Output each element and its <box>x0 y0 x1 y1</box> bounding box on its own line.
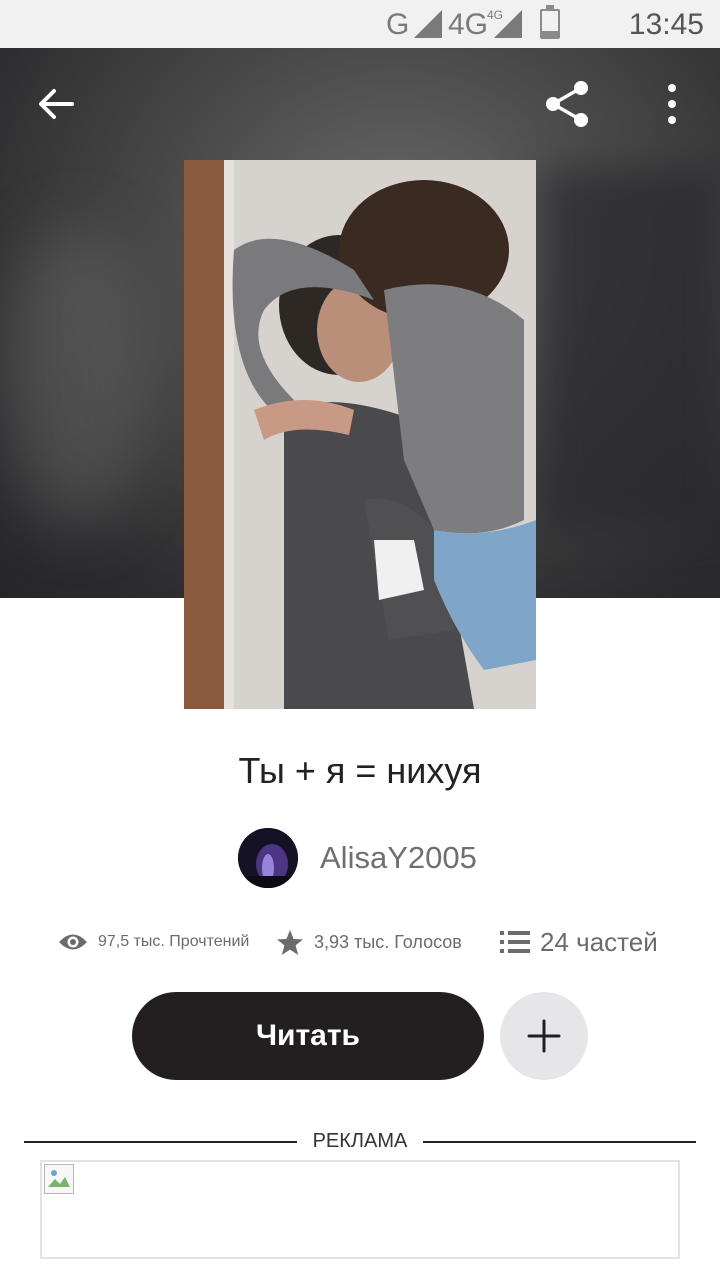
signal-icon <box>414 10 442 38</box>
broken-image-icon <box>44 1164 74 1194</box>
read-button-label: Читать <box>255 1019 361 1052</box>
back-button[interactable] <box>28 76 84 132</box>
cover-illustration <box>184 160 536 709</box>
status-bar: G 4G 4G 13:45 <box>0 0 720 48</box>
share-button[interactable] <box>540 76 596 132</box>
ad-banner[interactable] <box>40 1160 680 1259</box>
read-button[interactable]: Читать <box>132 992 484 1080</box>
arrow-left-icon <box>39 89 74 119</box>
reads-count: 97,5 тыс. Прочтений <box>98 933 250 950</box>
battery-icon <box>540 5 560 39</box>
hero-blur <box>540 168 720 528</box>
share-icon <box>546 81 588 127</box>
add-to-library-button[interactable] <box>500 992 588 1080</box>
avatar-image <box>238 828 298 888</box>
battery-level <box>542 30 558 37</box>
star-icon <box>276 929 304 956</box>
more-options-button[interactable] <box>644 76 700 132</box>
network-g-label: G <box>386 8 410 41</box>
parts-stat: 24 частей <box>500 920 658 964</box>
list-icon <box>500 930 530 954</box>
avatar[interactable] <box>238 828 298 888</box>
hero-blur <box>0 228 150 528</box>
story-cover-image[interactable] <box>184 160 536 709</box>
ad-divider <box>423 1141 696 1143</box>
votes-count: 3,93 тыс. Голосов <box>314 931 462 952</box>
author-link[interactable]: AlisaY2005 <box>238 828 477 888</box>
status-time: 13:45 <box>628 8 704 41</box>
ad-label: РЕКЛАМА <box>312 1130 408 1152</box>
network-4g-label: 4G <box>448 8 489 41</box>
votes-stat: 3,93 тыс. Голосов <box>276 920 462 964</box>
story-title: Ты + я = нихуя <box>238 750 482 791</box>
eye-icon <box>58 931 88 953</box>
more-vertical-icon <box>668 84 676 124</box>
author-name[interactable]: AlisaY2005 <box>320 840 477 876</box>
reads-stat: 97,5 тыс. Прочтений <box>58 920 249 964</box>
parts-count: 24 частей <box>540 926 658 957</box>
signal-4g-icon <box>494 10 522 38</box>
plus-icon <box>527 1019 561 1053</box>
ad-divider <box>24 1141 297 1143</box>
